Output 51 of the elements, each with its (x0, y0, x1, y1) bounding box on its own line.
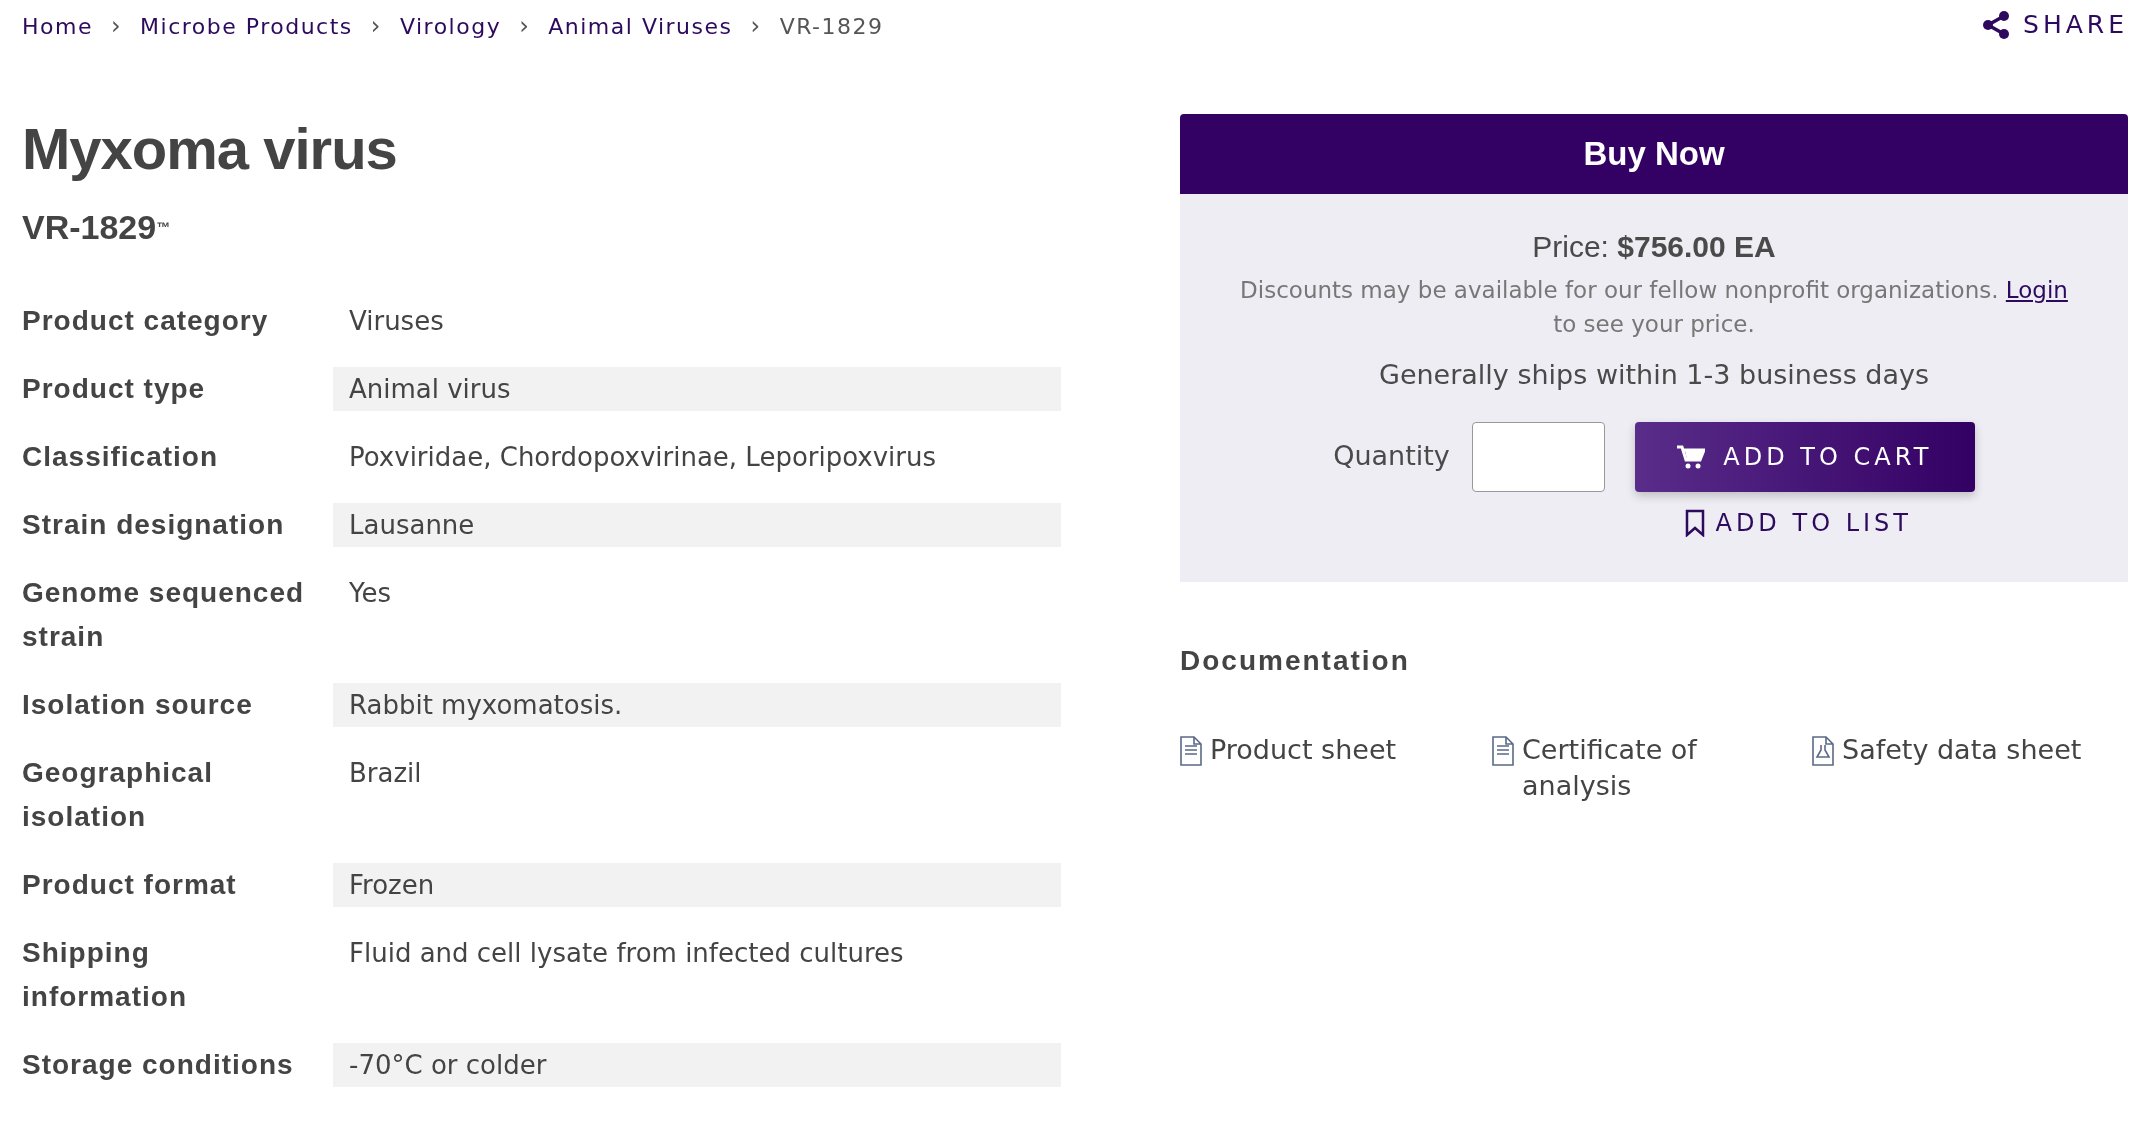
documentation-heading: Documentation (1180, 643, 1411, 678)
breadcrumb-link[interactable]: Animal Viruses (548, 9, 733, 43)
document-icon (1492, 735, 1514, 766)
breadcrumb-link[interactable]: Virology (399, 9, 502, 43)
detail-value: Yes (348, 576, 392, 610)
detail-value: Poxviridae, Chordopoxvirinae, Leporipoxvirus (348, 440, 938, 474)
product-title: Myxoma virus (22, 115, 398, 183)
flask-document-icon (1812, 735, 1834, 766)
detail-label: Product type (22, 371, 207, 406)
documentation-link[interactable]: Product sheet (1180, 731, 1492, 804)
detail-label: Classification (22, 439, 220, 474)
detail-value: Rabbit myxomatosis. (333, 682, 1061, 727)
share-link[interactable]: SHARE (1981, 6, 2128, 44)
detail-value: Viruses (348, 304, 445, 338)
detail-value: Lausanne (333, 502, 1061, 547)
login-link[interactable]: Login (2005, 277, 2068, 303)
detail-value: Brazil (348, 756, 423, 790)
breadcrumb-current: VR-1829 (779, 12, 884, 41)
cart-icon (1677, 444, 1706, 469)
detail-label: Geographical isolation (22, 755, 214, 834)
breadcrumb-separator: › (519, 11, 531, 42)
add-to-cart-button[interactable]: ADD TO CART (1634, 421, 1975, 492)
detail-label: Strain designation (22, 507, 286, 542)
detail-label: Isolation source (22, 687, 254, 722)
breadcrumb-separator: › (750, 11, 762, 42)
detail-value: Fluid and cell lysate from infected cultures (348, 936, 905, 970)
breadcrumb-separator: › (370, 11, 382, 42)
detail-label: Genome sequenced strain (22, 575, 306, 654)
detail-value: -70°C or colder (333, 1042, 1061, 1087)
detail-label: Product format (22, 867, 238, 902)
quantity-label: Quantity (1333, 439, 1450, 474)
breadcrumb-link[interactable]: Microbe Products (140, 9, 353, 43)
documentation-link[interactable]: Certificate of analysis (1492, 731, 1812, 804)
document-icon (1180, 735, 1202, 766)
product-code: VR-1829$^{™}$ (22, 206, 172, 248)
detail-label: Storage conditions (22, 1047, 295, 1082)
detail-label: Product category (22, 303, 270, 338)
price-text: Price: $756.00 EA (1531, 229, 1777, 265)
documentation-link[interactable]: Safety data sheet (1812, 731, 2128, 804)
breadcrumb-link[interactable]: Home (22, 9, 93, 43)
quantity-field[interactable] (1471, 421, 1605, 492)
detail-value: Frozen (333, 862, 1061, 907)
add-to-list-button[interactable]: ADD TO LIST (1679, 503, 1918, 542)
bookmark-icon (1685, 508, 1706, 537)
buy-now-header: Buy Now (1180, 114, 2128, 194)
detail-value: Animal virus (333, 366, 1061, 411)
breadcrumb-separator: › (110, 11, 123, 42)
discount-text: Discounts may be available for our fellow nonprofit organizations. Login to see your price. (1239, 276, 2069, 339)
shipping-text: Generally ships within 1-3 business days (1377, 358, 1931, 392)
detail-label: Shipping information (22, 935, 188, 1014)
share-icon (1981, 9, 2012, 40)
